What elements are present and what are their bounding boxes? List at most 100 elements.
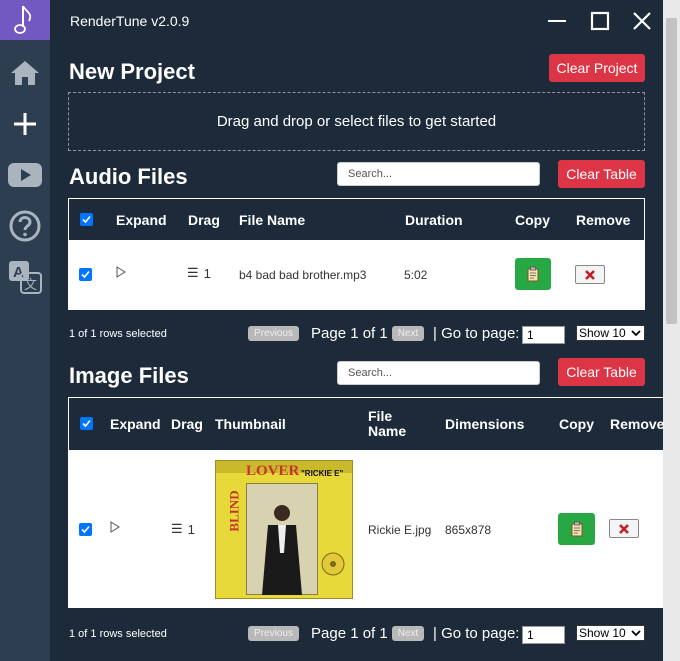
image-files-title: Image Files — [69, 363, 189, 388]
sidebar: A 文 — [0, 0, 50, 661]
dropzone-text: Drag and drop or select files to get sta… — [216, 113, 497, 130]
titlebar[interactable]: RenderTune v2.0.9 — [50, 0, 680, 40]
col-file-name[interactable]: File Name — [368, 409, 406, 439]
image-previous-button[interactable]: Previous — [248, 626, 299, 641]
file-name-cell: b4 bad bad brother.mp3 — [239, 268, 367, 282]
row-checkbox[interactable] — [79, 523, 92, 536]
image-table-header: Expand Drag Thumbnail File Name Dimensio… — [68, 397, 665, 450]
maximize-icon — [590, 11, 610, 31]
table-row: ☰ 1 b4 bad bad brother.mp3 5:02 — [68, 240, 645, 310]
col-remove: Remove — [610, 416, 665, 432]
check-icon — [82, 215, 91, 224]
thumbnail-text-artist: "RICKIE E" — [301, 469, 344, 478]
home-button[interactable] — [5, 53, 45, 93]
image-page-size-select[interactable]: Show 10 — [576, 625, 645, 641]
drag-handle-icon: ☰ — [187, 265, 199, 280]
youtube-icon — [8, 163, 42, 187]
check-icon — [81, 525, 90, 534]
audio-page-size-select[interactable]: Show 10 — [576, 325, 645, 341]
col-expand: Expand — [116, 212, 167, 228]
remove-button[interactable] — [575, 265, 605, 284]
image-goto-label: | Go to page: — [433, 625, 520, 642]
x-icon — [585, 269, 595, 280]
col-file-name[interactable]: File Name — [239, 212, 305, 228]
thumbnail-image[interactable]: LOVER "RICKIE E" BLIND — [215, 460, 353, 599]
audio-search-input[interactable] — [337, 162, 540, 186]
minimize-icon — [548, 20, 566, 22]
image-goto-page-input[interactable] — [522, 626, 565, 644]
expand-toggle-icon[interactable] — [116, 266, 126, 281]
thumbnail-text-lover: LOVER — [246, 463, 300, 479]
help-button[interactable] — [5, 206, 45, 246]
drag-handle[interactable]: ☰ 1 — [187, 265, 211, 281]
thumbnail-figure — [262, 505, 302, 595]
thumbnail-label-circle — [321, 552, 345, 576]
check-icon — [82, 419, 91, 428]
chevron-down-icon — [631, 629, 641, 636]
image-clear-table-button[interactable]: Clear Table — [558, 358, 645, 386]
audio-goto-label: | Go to page: — [433, 325, 520, 342]
app-title: RenderTune v2.0.9 — [70, 13, 190, 29]
chevron-down-icon — [631, 329, 641, 336]
close-button[interactable] — [629, 8, 655, 34]
image-table: Expand Drag Thumbnail File Name Dimensio… — [68, 397, 665, 608]
help-icon — [9, 210, 41, 242]
thumbnail-text-blind: BLIND — [226, 490, 242, 532]
page-size-value: Show 10 — [579, 626, 626, 640]
close-icon — [633, 12, 651, 30]
audio-table-header: Expand Drag File Name Duration Copy Remo… — [68, 198, 645, 240]
copy-button[interactable] — [515, 258, 551, 290]
plus-icon — [14, 113, 36, 135]
app-window: A 文 RenderTune v2.0.9 New Project Clear … — [0, 0, 680, 661]
col-copy: Copy — [515, 212, 550, 228]
audio-clear-table-button[interactable]: Clear Table — [558, 160, 645, 188]
audio-previous-button[interactable]: Previous — [248, 326, 299, 341]
col-dimensions[interactable]: Dimensions — [445, 416, 524, 432]
clipboard-icon — [527, 266, 539, 282]
remove-button[interactable] — [609, 519, 639, 538]
x-icon — [619, 523, 629, 534]
image-page-label: Page 1 of 1 — [311, 625, 388, 642]
audio-files-title: Audio Files — [69, 164, 188, 189]
col-thumbnail: Thumbnail — [215, 416, 286, 432]
image-search-input[interactable] — [337, 361, 540, 385]
image-select-all-checkbox[interactable] — [80, 417, 93, 430]
dimensions-cell: 865x878 — [445, 523, 492, 537]
col-expand: Expand — [110, 416, 161, 432]
scrollbar[interactable] — [663, 0, 680, 661]
drag-index: 1 — [203, 265, 211, 281]
new-project-button[interactable] — [5, 104, 45, 144]
svg-text:文: 文 — [24, 277, 37, 292]
drag-handle-icon: ☰ — [171, 521, 183, 536]
table-row: ☰ 1 LOVER "RICKIE E" BLIND Rickie E.jpg … — [68, 450, 663, 608]
drag-handle[interactable]: ☰ 1 — [171, 521, 195, 537]
audio-next-button[interactable]: Next — [392, 326, 424, 341]
music-note-icon — [14, 5, 32, 34]
page-size-value: Show 10 — [579, 326, 626, 340]
copy-button[interactable] — [558, 513, 595, 545]
image-next-button[interactable]: Next — [392, 626, 424, 641]
audio-select-all-checkbox[interactable] — [80, 213, 93, 226]
clipboard-icon — [571, 521, 582, 537]
drag-index: 1 — [187, 521, 195, 537]
audio-goto-page-input[interactable] — [522, 326, 565, 344]
col-file-name-line2: Name — [368, 423, 407, 439]
minimize-button[interactable] — [544, 8, 570, 34]
clear-project-button[interactable]: Clear Project — [549, 54, 645, 82]
youtube-button[interactable] — [5, 155, 45, 195]
duration-cell: 5:02 — [404, 268, 428, 282]
file-dropzone[interactable]: Drag and drop or select files to get sta… — [68, 92, 645, 151]
language-button[interactable]: A 文 — [5, 257, 45, 297]
maximize-button[interactable] — [587, 8, 613, 34]
app-logo[interactable] — [0, 0, 50, 40]
row-checkbox[interactable] — [79, 268, 92, 281]
file-name-cell: Rickie E.jpg — [368, 523, 432, 537]
col-remove: Remove — [576, 212, 631, 228]
image-rows-selected: 1 of 1 rows selected — [69, 628, 167, 640]
audio-table: Expand Drag File Name Duration Copy Remo… — [68, 198, 645, 310]
col-drag: Drag — [171, 416, 203, 432]
scrollbar-thumb[interactable] — [666, 18, 677, 324]
col-duration[interactable]: Duration — [405, 212, 463, 228]
col-file-name-line1: File — [368, 408, 393, 424]
expand-toggle-icon[interactable] — [110, 521, 120, 536]
